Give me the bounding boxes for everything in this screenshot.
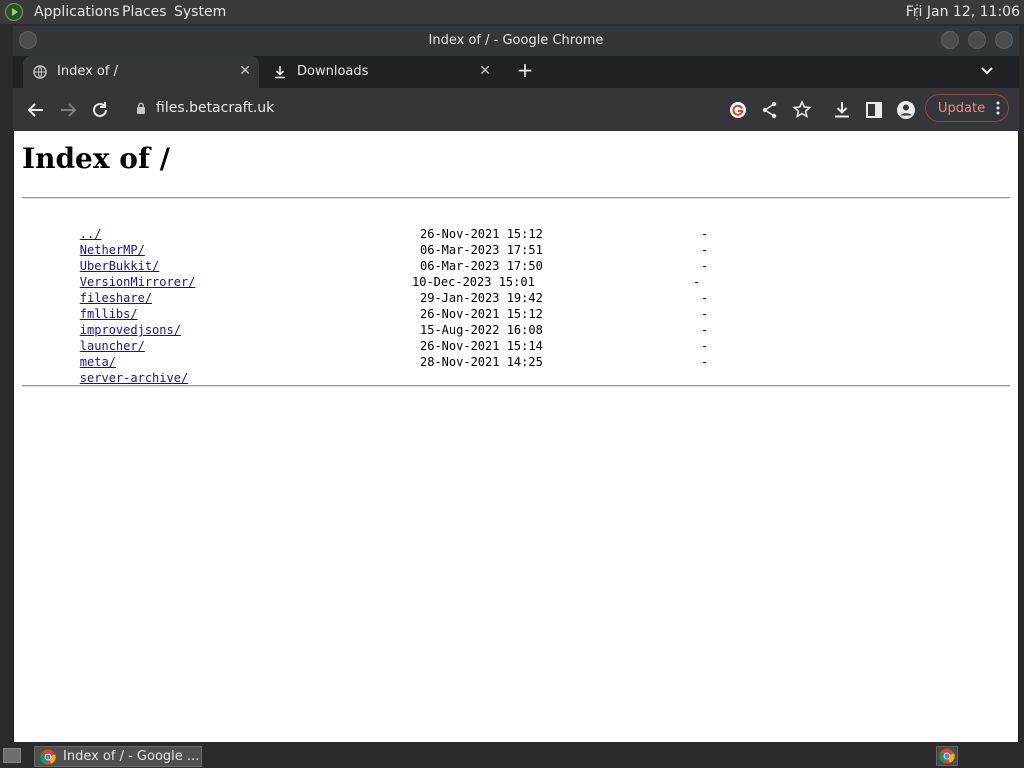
bottom-panel: Index of / - Google ... <box>0 744 1024 768</box>
table-row: VersionMirrorer/ 06-Mar-2023 17:50 - <box>22 258 708 289</box>
page-title: Index of / <box>22 142 170 175</box>
tab-downloads[interactable]: Downloads ✕ <box>263 56 499 88</box>
table-row: launcher/ 15-Aug-2022 16:08 - <box>22 322 708 353</box>
menu-system[interactable]: System <box>174 4 226 20</box>
tab-index-of[interactable]: Index of / ✕ <box>23 56 259 88</box>
file-size: - <box>701 323 709 337</box>
table-row: UberBukkit/ 06-Mar-2023 17:51 - <box>22 242 708 273</box>
chrome-icon <box>939 748 955 764</box>
forward-arrow-icon[interactable] <box>57 99 79 121</box>
modified-date: 26-Nov-2021 15:12 <box>420 227 543 241</box>
file-size: - <box>701 227 709 241</box>
file-size: - <box>693 275 701 289</box>
profile-avatar-icon[interactable] <box>895 99 917 121</box>
lock-icon[interactable] <box>136 102 146 115</box>
downloads-icon[interactable] <box>831 99 853 121</box>
directory-listing: ../ NetherMP/ 26-Nov-2021 15:12 - UberBu… <box>22 210 708 385</box>
table-row: improvedjsons/ 26-Nov-2021 15:12 - <box>22 306 708 337</box>
parent-dir-row: ../ <box>22 210 195 241</box>
tab-label: Downloads <box>297 64 369 79</box>
update-button[interactable]: Update <box>925 94 1009 122</box>
window-titlebar[interactable]: Index of / - Google Chrome <box>13 26 1019 56</box>
update-label: Update <box>938 101 986 116</box>
share-icon[interactable] <box>759 99 781 121</box>
table-row: fmllibs/ 29-Jan-2023 19:42 - <box>22 290 708 321</box>
taskbar-label: Index of / - Google ... <box>63 749 200 764</box>
modified-date: 06-Mar-2023 17:50 <box>420 259 543 273</box>
modified-date: 29-Jan-2023 19:42 <box>420 291 543 305</box>
file-size: - <box>701 291 709 305</box>
menu-places[interactable]: Places <box>122 4 167 20</box>
close-window-button[interactable] <box>995 31 1013 49</box>
minimize-button[interactable] <box>941 31 959 49</box>
download-icon <box>275 66 285 79</box>
clock[interactable]: Fri Jan 12, 11:06 <box>906 4 1020 20</box>
table-row: meta/ 26-Nov-2021 15:14 - <box>22 338 708 369</box>
tab-strip: Index of / ✕ Downloads ✕ + <box>13 56 1019 88</box>
table-row: NetherMP/ 26-Nov-2021 15:12 - <box>22 226 708 257</box>
top-panel: Applications Places System Fri Jan 12, 1… <box>0 0 1024 24</box>
chrome-icon <box>40 749 56 765</box>
tray-chrome-button[interactable] <box>936 746 958 766</box>
bottom-divider <box>22 385 1010 387</box>
show-desktop-icon[interactable] <box>3 748 21 763</box>
close-tab-icon[interactable]: ✕ <box>479 63 491 79</box>
url-text[interactable]: files.betacraft.uk <box>156 100 274 116</box>
distro-logo-icon[interactable] <box>5 3 23 21</box>
file-size: - <box>701 339 709 353</box>
file-size: - <box>701 243 709 257</box>
page-content: Index of / ../ NetherMP/ 26-Nov-2021 15:… <box>14 131 1018 742</box>
table-row: fileshare/ 10-Dec-2023 15:01 - <box>22 274 700 305</box>
browser-toolbar: files.betacraft.uk Update <box>13 88 1019 131</box>
menu-applications[interactable]: Applications <box>34 4 120 20</box>
modified-date: 15-Aug-2022 16:08 <box>420 323 543 337</box>
browser-window: Index of / - Google Chrome Index of / ✕ … <box>13 26 1019 742</box>
file-size: - <box>701 307 709 321</box>
modified-date: 26-Nov-2021 15:14 <box>420 339 543 353</box>
back-arrow-icon[interactable] <box>25 99 47 121</box>
tab-label: Index of / <box>57 64 118 79</box>
bookmark-star-icon[interactable] <box>791 99 813 121</box>
address-bar[interactable]: files.betacraft.uk <box>126 94 723 124</box>
table-row: server-archive/ 28-Nov-2021 14:25 - <box>22 354 708 385</box>
globe-icon <box>33 65 47 79</box>
close-tab-icon[interactable]: ✕ <box>239 63 251 79</box>
modified-date: 06-Mar-2023 17:51 <box>420 243 543 257</box>
modified-date: 10-Dec-2023 15:01 <box>412 275 535 289</box>
modified-date: 26-Nov-2021 15:12 <box>420 307 543 321</box>
reload-icon[interactable] <box>89 99 111 121</box>
taskbar-chrome-window[interactable]: Index of / - Google ... <box>34 746 202 767</box>
file-size: - <box>701 259 709 273</box>
side-panel-icon[interactable] <box>863 99 885 121</box>
modified-date: 28-Nov-2021 14:25 <box>420 355 543 369</box>
tab-search-chevron-icon[interactable] <box>977 60 997 80</box>
new-tab-button[interactable]: + <box>513 58 537 82</box>
window-title: Index of / - Google Chrome <box>428 33 604 48</box>
file-size: - <box>701 355 709 369</box>
google-lens-icon[interactable] <box>727 99 749 121</box>
top-divider <box>22 197 1010 199</box>
maximize-button[interactable] <box>968 31 986 49</box>
dir-link-server-archive[interactable]: server-archive/ <box>80 371 188 385</box>
more-vert-icon <box>996 101 1000 115</box>
